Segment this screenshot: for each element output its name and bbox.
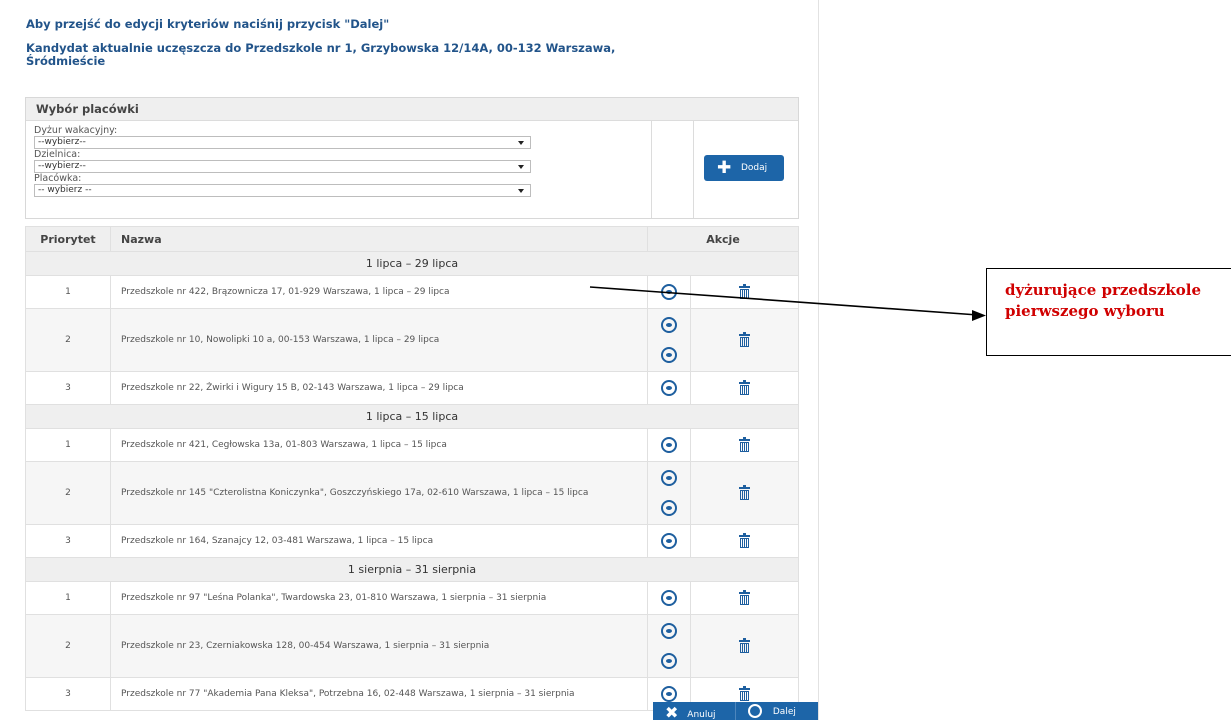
callout-box: dyżurujące przedszkole pierwszego wyboru bbox=[986, 268, 1231, 356]
callout-arrow bbox=[589, 286, 986, 321]
callout-line-1: dyżurujące przedszkole bbox=[1005, 281, 1202, 299]
callout-line-2: pierwszego wyboru bbox=[1005, 302, 1165, 320]
